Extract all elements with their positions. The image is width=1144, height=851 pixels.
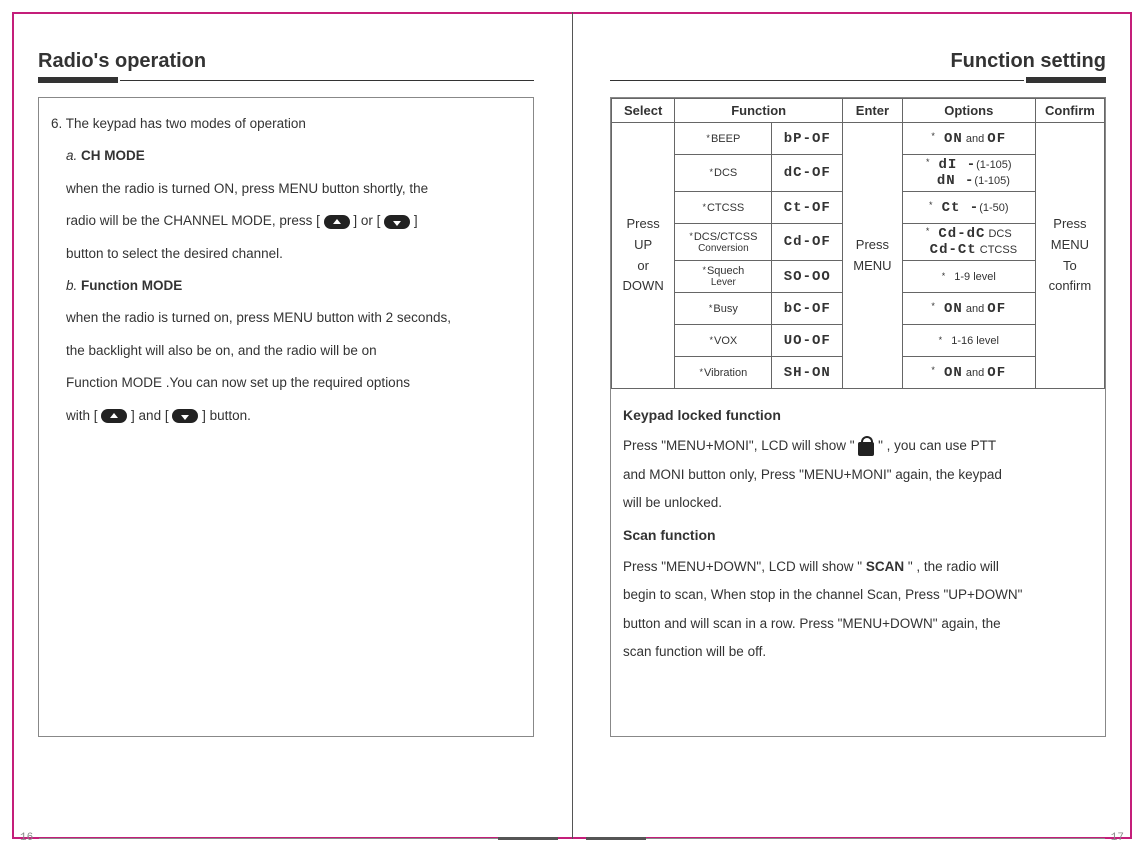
th-select: Select — [612, 99, 675, 123]
left-title: Radio's operation — [38, 50, 206, 73]
fn-name: *Busy — [675, 293, 772, 325]
th-enter: Enter — [843, 99, 903, 123]
opt-cell: * ON and OF — [902, 357, 1035, 389]
table-header-row: Select Function Enter Options Confirm — [612, 99, 1105, 123]
line-intro: 6. The keypad has two modes of operation — [51, 108, 521, 140]
locked-p1: Press "MENU+MONI", LCD will show " " , y… — [623, 432, 1093, 460]
locked-title: Keypad locked function — [623, 401, 1093, 430]
fn-seg: bC-OF — [772, 293, 843, 325]
right-page: Function setting Select Function Enter O… — [572, 0, 1144, 851]
mode-a-p2: radio will be the CHANNEL MODE, press [ … — [66, 205, 521, 237]
mode-b-p4: with [ ] and [ ] button. — [66, 400, 521, 432]
scan-p1: Press "MENU+DOWN", LCD will show " SCAN … — [623, 553, 1093, 581]
mode-a-p1: when the radio is turned ON, press MENU … — [66, 173, 521, 205]
page-number-bar-left: 16 — [14, 831, 558, 845]
page-number-bar-right: 17 — [586, 831, 1130, 845]
scan-title: Scan function — [623, 521, 1093, 550]
select-cell: Press UP or DOWN — [612, 123, 675, 389]
opt-cell: * ON and OF — [902, 293, 1035, 325]
opt-cell: * 1-9 level — [902, 261, 1035, 293]
scan-p3: button and will scan in a row. Press "ME… — [623, 610, 1093, 638]
fn-seg: bP-OF — [772, 123, 843, 155]
fn-seg: SO-OO — [772, 261, 843, 293]
fn-name: *DCS — [675, 155, 772, 192]
scan-p4: scan function will be off. — [623, 638, 1093, 666]
fn-name: *Vibration — [675, 357, 772, 389]
left-page: Radio's operation 6. The keypad has two … — [0, 0, 572, 851]
enter-cell: Press MENU — [843, 123, 903, 389]
confirm-cell: Press MENU To confirm — [1035, 123, 1104, 389]
locked-p2: and MONI button only, Press "MENU+MONI" … — [623, 461, 1093, 489]
fn-name: *DCS/CTCSS Conversion — [675, 224, 772, 261]
left-content-box: 6. The keypad has two modes of operation… — [38, 97, 534, 737]
fn-name: *Squech Lever — [675, 261, 772, 293]
table-row: Press UP or DOWN *BEEP bP-OF Press MENU … — [612, 123, 1105, 155]
fn-seg: Ct-OF — [772, 192, 843, 224]
page-number-left: 16 — [14, 832, 39, 844]
fn-name: *VOX — [675, 325, 772, 357]
th-confirm: Confirm — [1035, 99, 1104, 123]
up-icon — [324, 215, 350, 229]
opt-cell: * Cd-dC DCS Cd-Ct CTCSS — [902, 224, 1035, 261]
hrule-right — [610, 77, 1106, 83]
opt-cell: * dI -(1-105) dN -(1-105) — [902, 155, 1035, 192]
down-icon — [172, 409, 198, 423]
fn-seg: dC-OF — [772, 155, 843, 192]
title-row-right: Function setting — [610, 50, 1106, 73]
opt-cell: * ON and OF — [902, 123, 1035, 155]
locked-p3: will be unlocked. — [623, 489, 1093, 517]
mode-b-p2: the backlight will also be on, and the r… — [66, 335, 521, 367]
right-title: Function setting — [950, 50, 1106, 73]
fn-name: *CTCSS — [675, 192, 772, 224]
opt-cell: * Ct -(1-50) — [902, 192, 1035, 224]
fn-seg: SH-ON — [772, 357, 843, 389]
down-icon — [384, 215, 410, 229]
mode-b-header: b. Function MODE — [66, 270, 521, 302]
below-table-text: Keypad locked function Press "MENU+MONI"… — [611, 389, 1105, 736]
hrule-left — [38, 77, 534, 83]
scan-p2: begin to scan, When stop in the channel … — [623, 581, 1093, 609]
lock-icon — [858, 442, 874, 456]
page-spread: Radio's operation 6. The keypad has two … — [0, 0, 1144, 851]
fn-seg: UO-OF — [772, 325, 843, 357]
fn-seg: Cd-OF — [772, 224, 843, 261]
mode-b-p3: Function MODE .You can now set up the re… — [66, 367, 521, 399]
mode-a-p3: button to select the desired channel. — [66, 238, 521, 270]
title-row-left: Radio's operation — [38, 50, 534, 73]
page-number-right: 17 — [1105, 832, 1130, 844]
th-function: Function — [675, 99, 843, 123]
th-options: Options — [902, 99, 1035, 123]
mode-b-p1: when the radio is turned on, press MENU … — [66, 302, 521, 334]
right-content-box: Select Function Enter Options Confirm Pr… — [610, 97, 1106, 737]
function-table: Select Function Enter Options Confirm Pr… — [611, 98, 1105, 389]
mode-a-header: a. CH MODE — [66, 140, 521, 172]
fn-name: *BEEP — [675, 123, 772, 155]
up-icon — [101, 409, 127, 423]
opt-cell: * 1-16 level — [902, 325, 1035, 357]
